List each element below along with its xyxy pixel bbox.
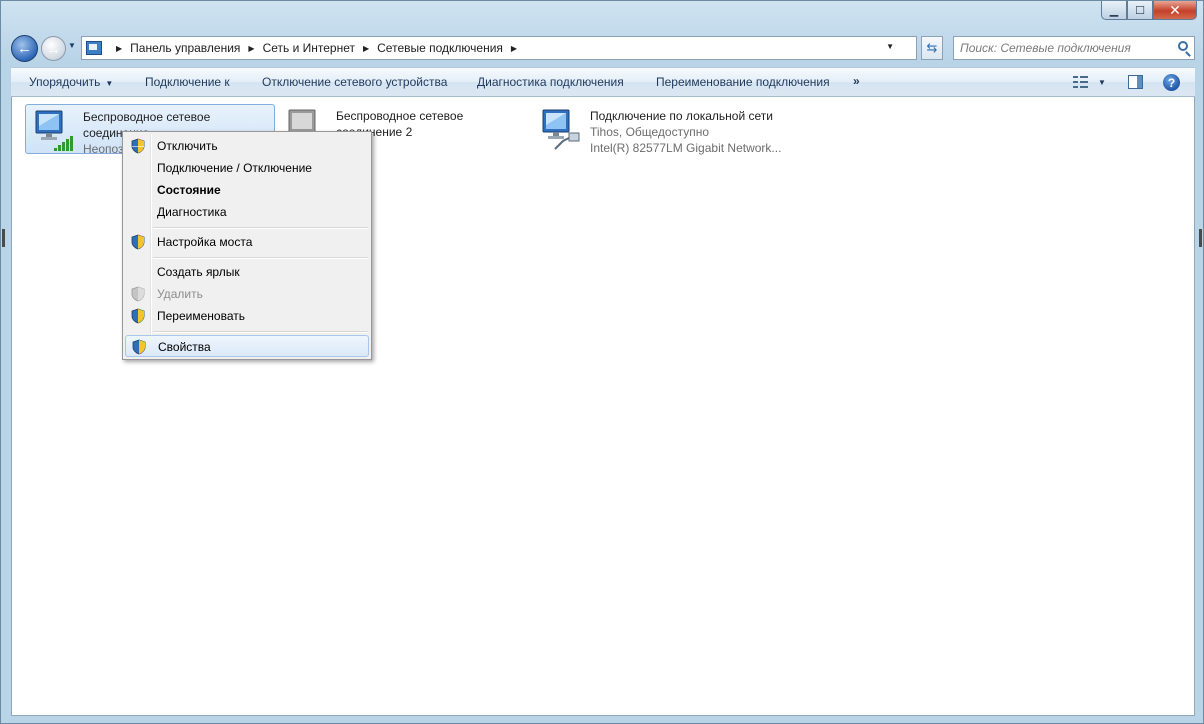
breadcrumb-network-connections[interactable]: Сетевые подключения: [377, 41, 503, 55]
uac-shield-icon: [131, 138, 145, 154]
connection-status: Tihos, Общедоступно: [590, 125, 710, 139]
context-menu: Отключить Подключение / Отключение Состо…: [122, 131, 372, 360]
connection-name: Подключение по локальной сети: [590, 109, 773, 123]
breadcrumb-separator[interactable]: ▶: [363, 44, 369, 53]
uac-shield-icon: [131, 308, 145, 324]
menu-item-status[interactable]: Состояние: [125, 179, 369, 201]
connection-text: Подключение по локальной сети Tihos, Общ…: [590, 108, 781, 156]
recent-pages-dropdown[interactable]: ▼: [68, 41, 76, 50]
breadcrumb-separator[interactable]: ▶: [511, 44, 517, 53]
breadcrumb-control-panel[interactable]: Панель управления: [130, 41, 240, 55]
change-view-icon[interactable]: [1073, 75, 1088, 90]
diagnose-button[interactable]: Диагностика подключения: [477, 75, 624, 89]
connection-lan[interactable]: Подключение по локальной сети Tihos, Общ…: [533, 104, 793, 156]
menu-item-label: Состояние: [157, 183, 221, 197]
menu-item-diagnose[interactable]: Диагностика: [125, 201, 369, 223]
menu-item-label: Удалить: [157, 287, 203, 301]
minimize-button[interactable]: ▁: [1101, 1, 1127, 20]
connect-to-button[interactable]: Подключение к: [145, 75, 230, 89]
view-options-dropdown[interactable]: ▼: [1098, 78, 1106, 87]
back-button[interactable]: ←: [11, 35, 38, 62]
resize-handle-left[interactable]: [2, 229, 5, 247]
menu-item-disable[interactable]: Отключить: [125, 135, 369, 157]
menu-item-label: Отключить: [157, 139, 218, 153]
connection-name: Беспроводное сетевое: [336, 109, 464, 123]
chevron-down-icon: ▼: [105, 79, 114, 88]
menu-separator: [153, 257, 368, 259]
uac-shield-icon: [131, 234, 145, 250]
preview-pane-icon[interactable]: [1128, 75, 1143, 89]
explorer-window: ▁ ☐ ✕ ← → ▼ ▶ Панель управления ▶ Сеть и…: [0, 0, 1204, 724]
menu-item-label: Переименовать: [157, 309, 245, 323]
refresh-button[interactable]: ⇆: [921, 36, 943, 60]
network-monitor-icon: [35, 110, 73, 151]
menu-item-connect-disconnect[interactable]: Подключение / Отключение: [125, 157, 369, 179]
menu-item-bridge[interactable]: Настройка моста: [125, 231, 369, 253]
connection-adapter: Intel(R) 82577LM Gigabit Network...: [590, 141, 782, 155]
menu-item-label: Диагностика: [157, 205, 227, 219]
breadcrumb: ▶ Панель управления ▶ Сеть и Интернет ▶ …: [108, 41, 525, 55]
forward-button[interactable]: →: [41, 36, 66, 61]
caption-buttons: ▁ ☐ ✕: [1101, 1, 1197, 20]
menu-separator: [153, 227, 368, 229]
breadcrumb-network-internet[interactable]: Сеть и Интернет: [263, 41, 355, 55]
menu-item-delete: Удалить: [125, 283, 369, 305]
resize-handle-right[interactable]: [1199, 229, 1202, 247]
uac-shield-disabled-icon: [131, 286, 145, 302]
menu-item-label: Настройка моста: [157, 235, 253, 249]
maximize-button[interactable]: ☐: [1127, 1, 1153, 20]
search-box: [953, 36, 1195, 60]
menu-item-create-shortcut[interactable]: Создать ярлык: [125, 261, 369, 283]
breadcrumb-separator[interactable]: ▶: [248, 44, 254, 53]
network-monitor-icon: [542, 109, 580, 150]
search-icon[interactable]: [1178, 41, 1188, 51]
disable-device-button[interactable]: Отключение сетевого устройства: [262, 75, 447, 89]
close-button[interactable]: ✕: [1153, 1, 1197, 20]
search-input[interactable]: [960, 38, 1170, 58]
help-icon[interactable]: ?: [1163, 74, 1180, 91]
rename-button[interactable]: Переименование подключения: [656, 75, 830, 89]
address-dropdown-button[interactable]: ▼: [886, 42, 894, 51]
menu-item-label: Подключение / Отключение: [157, 161, 312, 175]
organize-button[interactable]: Упорядочить ▼: [29, 75, 113, 89]
address-bar[interactable]: ▶ Панель управления ▶ Сеть и Интернет ▶ …: [81, 36, 917, 60]
organize-label: Упорядочить: [29, 75, 101, 89]
more-commands-button[interactable]: »: [853, 74, 860, 88]
menu-separator: [153, 331, 368, 333]
menu-item-rename[interactable]: Переименовать: [125, 305, 369, 327]
uac-shield-icon: [132, 339, 146, 355]
navigation-bar: ← → ▼ ▶ Панель управления ▶ Сеть и Интер…: [11, 34, 1195, 62]
connection-name: Беспроводное сетевое: [83, 110, 211, 124]
breadcrumb-separator[interactable]: ▶: [116, 44, 122, 53]
command-bar: Упорядочить ▼ Подключение к Отключение се…: [11, 67, 1195, 97]
control-panel-icon: [86, 41, 102, 55]
menu-item-label: Создать ярлык: [157, 265, 240, 279]
menu-item-properties[interactable]: Свойства: [125, 335, 369, 357]
menu-item-label: Свойства: [158, 340, 211, 354]
